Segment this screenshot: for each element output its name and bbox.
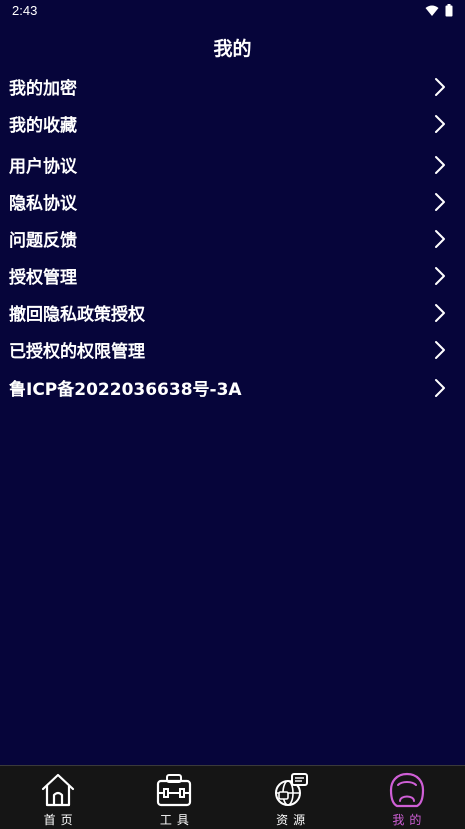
menu-item-privacy-agreement[interactable]: 隐私协议 bbox=[0, 183, 465, 220]
chevron-right-icon bbox=[435, 230, 445, 248]
menu-item-my-encryption[interactable]: 我的加密 bbox=[0, 68, 465, 105]
menu-item-authorization-management[interactable]: 授权管理 bbox=[0, 257, 465, 294]
battery-icon bbox=[445, 4, 453, 17]
page-title: 我的 bbox=[213, 38, 252, 60]
menu-item-user-agreement[interactable]: 用户协议 bbox=[0, 146, 465, 183]
chevron-right-icon bbox=[435, 379, 445, 397]
tab-tools[interactable]: 工具 bbox=[116, 766, 232, 829]
home-icon bbox=[42, 773, 75, 807]
chevron-right-icon bbox=[435, 115, 445, 133]
chevron-right-icon bbox=[435, 304, 445, 322]
tab-resources[interactable]: 资源 bbox=[233, 766, 349, 829]
tab-label: 资源 bbox=[276, 813, 311, 827]
status-icons bbox=[425, 4, 453, 17]
menu-item-my-favorites[interactable]: 我的收藏 bbox=[0, 105, 465, 142]
tab-label: 首页 bbox=[43, 813, 78, 827]
menu-item-label: 我的收藏 bbox=[9, 116, 77, 136]
tab-label: 我的 bbox=[392, 813, 427, 827]
menu-item-icp-record[interactable]: 鲁ICP备2022036638号-3A bbox=[0, 369, 465, 406]
menu-item-label: 用户协议 bbox=[9, 157, 77, 177]
chevron-right-icon bbox=[435, 156, 445, 174]
menu-item-label: 已授权的权限管理 bbox=[9, 342, 145, 362]
chevron-right-icon bbox=[435, 267, 445, 285]
chevron-right-icon bbox=[435, 341, 445, 359]
menu-item-label: 问题反馈 bbox=[9, 231, 77, 251]
menu-item-granted-permissions[interactable]: 已授权的权限管理 bbox=[0, 331, 465, 368]
menu-item-label: 我的加密 bbox=[9, 79, 77, 99]
profile-icon bbox=[389, 772, 424, 808]
status-bar: 2:43 bbox=[0, 0, 465, 22]
toolbox-icon bbox=[157, 774, 192, 807]
menu-item-label: 鲁ICP备2022036638号-3A bbox=[9, 380, 242, 400]
wifi-icon bbox=[425, 5, 439, 16]
chevron-right-icon bbox=[435, 78, 445, 96]
menu-item-label: 隐私协议 bbox=[9, 194, 77, 214]
tab-label: 工具 bbox=[159, 813, 194, 827]
globe-chat-icon bbox=[274, 773, 308, 806]
menu-item-label: 授权管理 bbox=[9, 268, 77, 288]
bottom-tab-bar: 首页 工具 资源 我的 bbox=[0, 765, 465, 829]
menu-item-revoke-privacy-authorization[interactable]: 撤回隐私政策授权 bbox=[0, 294, 465, 331]
status-time: 2:43 bbox=[12, 3, 38, 18]
chevron-right-icon bbox=[435, 193, 445, 211]
tab-home[interactable]: 首页 bbox=[0, 766, 116, 829]
menu-item-feedback[interactable]: 问题反馈 bbox=[0, 220, 465, 257]
menu-item-label: 撤回隐私政策授权 bbox=[9, 305, 145, 325]
tab-mine[interactable]: 我的 bbox=[349, 766, 465, 829]
